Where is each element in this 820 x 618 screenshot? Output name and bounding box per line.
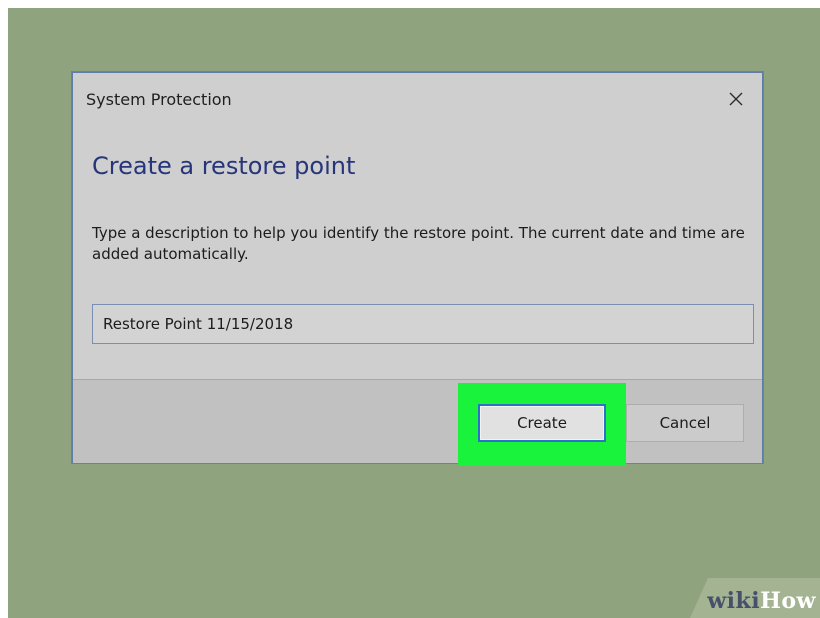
watermark-wiki: wiki: [707, 588, 761, 614]
create-button[interactable]: Create: [478, 404, 606, 442]
wikihow-watermark: wikiHow: [690, 578, 820, 618]
system-protection-dialog: System Protection Create a restore point…: [72, 72, 763, 466]
close-button[interactable]: [720, 83, 752, 115]
dialog-titlebar: System Protection: [73, 73, 762, 125]
watermark-text: wikiHow: [707, 588, 816, 614]
dialog-title: System Protection: [86, 90, 232, 109]
dialog-description: Type a description to help you identify …: [92, 224, 745, 263]
desktop-background: System Protection Create a restore point…: [8, 8, 820, 618]
dialog-heading: Create a restore point: [92, 152, 356, 180]
restore-point-name-input[interactable]: [92, 304, 754, 344]
close-icon: [729, 92, 743, 106]
watermark-how: How: [760, 588, 816, 614]
cancel-button[interactable]: Cancel: [626, 404, 744, 442]
